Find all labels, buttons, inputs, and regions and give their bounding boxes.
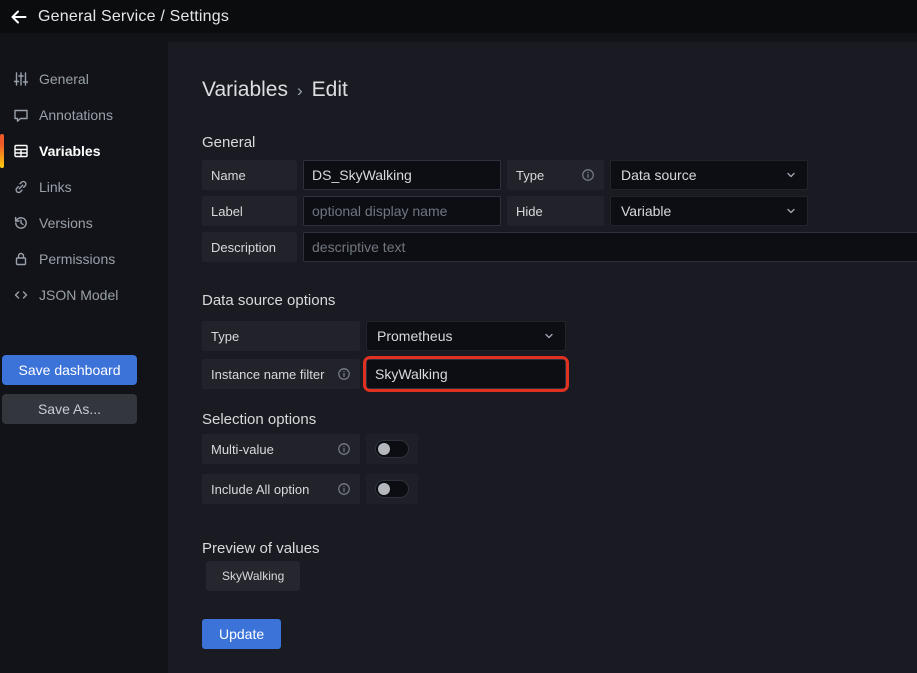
hide-field-label: Hide — [507, 196, 604, 226]
back-button[interactable] — [0, 0, 38, 33]
label-field-label: Label — [202, 196, 297, 226]
sidebar-item-permissions[interactable]: Permissions — [0, 241, 168, 277]
field-label-text: Type — [211, 329, 239, 344]
instance-filter-input[interactable] — [366, 359, 566, 389]
breadcrumb: Variables › Edit — [202, 78, 917, 102]
sliders-icon — [13, 71, 29, 87]
sidebar-item-label: General — [39, 71, 89, 87]
field-label-text: Hide — [516, 204, 543, 219]
name-type-row: Name Type Data source — [202, 160, 917, 190]
label-hide-row: Label Hide Variable — [202, 196, 917, 226]
code-icon — [13, 287, 29, 303]
breadcrumb-section[interactable]: Variables — [202, 78, 288, 102]
toggle-knob — [378, 443, 390, 455]
link-icon — [13, 179, 29, 195]
page-title: General Service / Settings — [38, 8, 229, 26]
datasource-options-heading: Data source options — [202, 292, 917, 309]
active-indicator-bar — [0, 134, 4, 168]
select-value: Variable — [621, 203, 671, 219]
field-label-text: Instance name filter — [211, 367, 324, 382]
multi-value-label: Multi-value — [202, 434, 360, 464]
include-all-label: Include All option — [202, 474, 360, 504]
field-label-text: Include All option — [211, 482, 309, 497]
variables-edit-panel: Variables › Edit General Name Type Data … — [168, 42, 917, 673]
sidebar-actions: Save dashboard Save As... — [2, 355, 137, 424]
top-header: General Service / Settings — [0, 0, 917, 33]
preview-value-chip: SkyWalking — [206, 561, 300, 591]
chevron-down-icon — [543, 330, 555, 342]
name-input[interactable] — [303, 160, 501, 190]
selection-options-heading: Selection options — [202, 411, 917, 428]
field-label-text: Label — [211, 204, 243, 219]
toggle-knob — [378, 483, 390, 495]
field-label-text: Description — [211, 240, 276, 255]
multi-value-toggle[interactable] — [366, 434, 418, 464]
instance-filter-row: Instance name filter — [202, 359, 917, 389]
table-icon — [13, 143, 29, 159]
instance-filter-label: Instance name filter — [202, 359, 360, 389]
sidebar-item-label: Annotations — [39, 107, 113, 123]
type-field-label: Type — [507, 160, 604, 190]
instance-filter-field — [366, 359, 566, 389]
datasource-type-select[interactable]: Prometheus — [366, 321, 566, 351]
info-icon[interactable] — [337, 367, 351, 381]
arrow-left-icon — [9, 7, 29, 27]
datasource-type-row: Type Prometheus — [202, 321, 917, 351]
multi-value-row: Multi-value — [202, 434, 917, 464]
type-select[interactable]: Data source — [610, 160, 808, 190]
sidebar-item-links[interactable]: Links — [0, 169, 168, 205]
sidebar-item-label: Versions — [39, 215, 93, 231]
toggle-track — [375, 480, 409, 498]
save-as-button[interactable]: Save As... — [2, 394, 137, 424]
description-field-label: Description — [202, 232, 297, 262]
include-all-toggle[interactable] — [366, 474, 418, 504]
lock-icon — [13, 251, 29, 267]
sidebar-item-general[interactable]: General — [0, 61, 168, 97]
chevron-down-icon — [785, 205, 797, 217]
sidebar-item-versions[interactable]: Versions — [0, 205, 168, 241]
sidebar-item-variables[interactable]: Variables — [0, 133, 168, 169]
include-all-row: Include All option — [202, 474, 917, 504]
hide-select[interactable]: Variable — [610, 196, 808, 226]
info-icon[interactable] — [337, 482, 351, 496]
history-icon — [13, 215, 29, 231]
info-icon[interactable] — [337, 442, 351, 456]
general-section-heading: General — [202, 134, 917, 151]
chevron-down-icon — [785, 169, 797, 181]
field-label-text: Type — [516, 168, 544, 183]
sidebar-item-label: Permissions — [39, 251, 115, 267]
grafana-settings-screen: General Service / Settings General Annot… — [0, 0, 917, 673]
breadcrumb-separator-icon: › — [297, 81, 303, 101]
sidebar-item-label: Variables — [39, 143, 101, 159]
sidebar-item-json-model[interactable]: JSON Model — [0, 277, 168, 313]
toggle-track — [375, 440, 409, 458]
description-row: Description — [202, 232, 917, 262]
comment-icon — [13, 107, 29, 123]
info-icon[interactable] — [581, 168, 595, 182]
field-label-text: Multi-value — [211, 442, 274, 457]
select-value: Data source — [621, 167, 696, 183]
preview-heading: Preview of values — [202, 540, 917, 557]
breadcrumb-page: Edit — [312, 78, 348, 102]
name-field-label: Name — [202, 160, 297, 190]
settings-sidebar: General Annotations Variables Links — [0, 33, 168, 673]
datasource-type-label: Type — [202, 321, 360, 351]
label-input[interactable] — [303, 196, 501, 226]
sidebar-item-annotations[interactable]: Annotations — [0, 97, 168, 133]
update-button[interactable]: Update — [202, 619, 281, 649]
field-label-text: Name — [211, 168, 246, 183]
description-input[interactable] — [303, 232, 917, 262]
sidebar-item-label: JSON Model — [39, 287, 118, 303]
select-value: Prometheus — [377, 328, 452, 344]
save-dashboard-button[interactable]: Save dashboard — [2, 355, 137, 385]
sidebar-item-label: Links — [39, 179, 72, 195]
